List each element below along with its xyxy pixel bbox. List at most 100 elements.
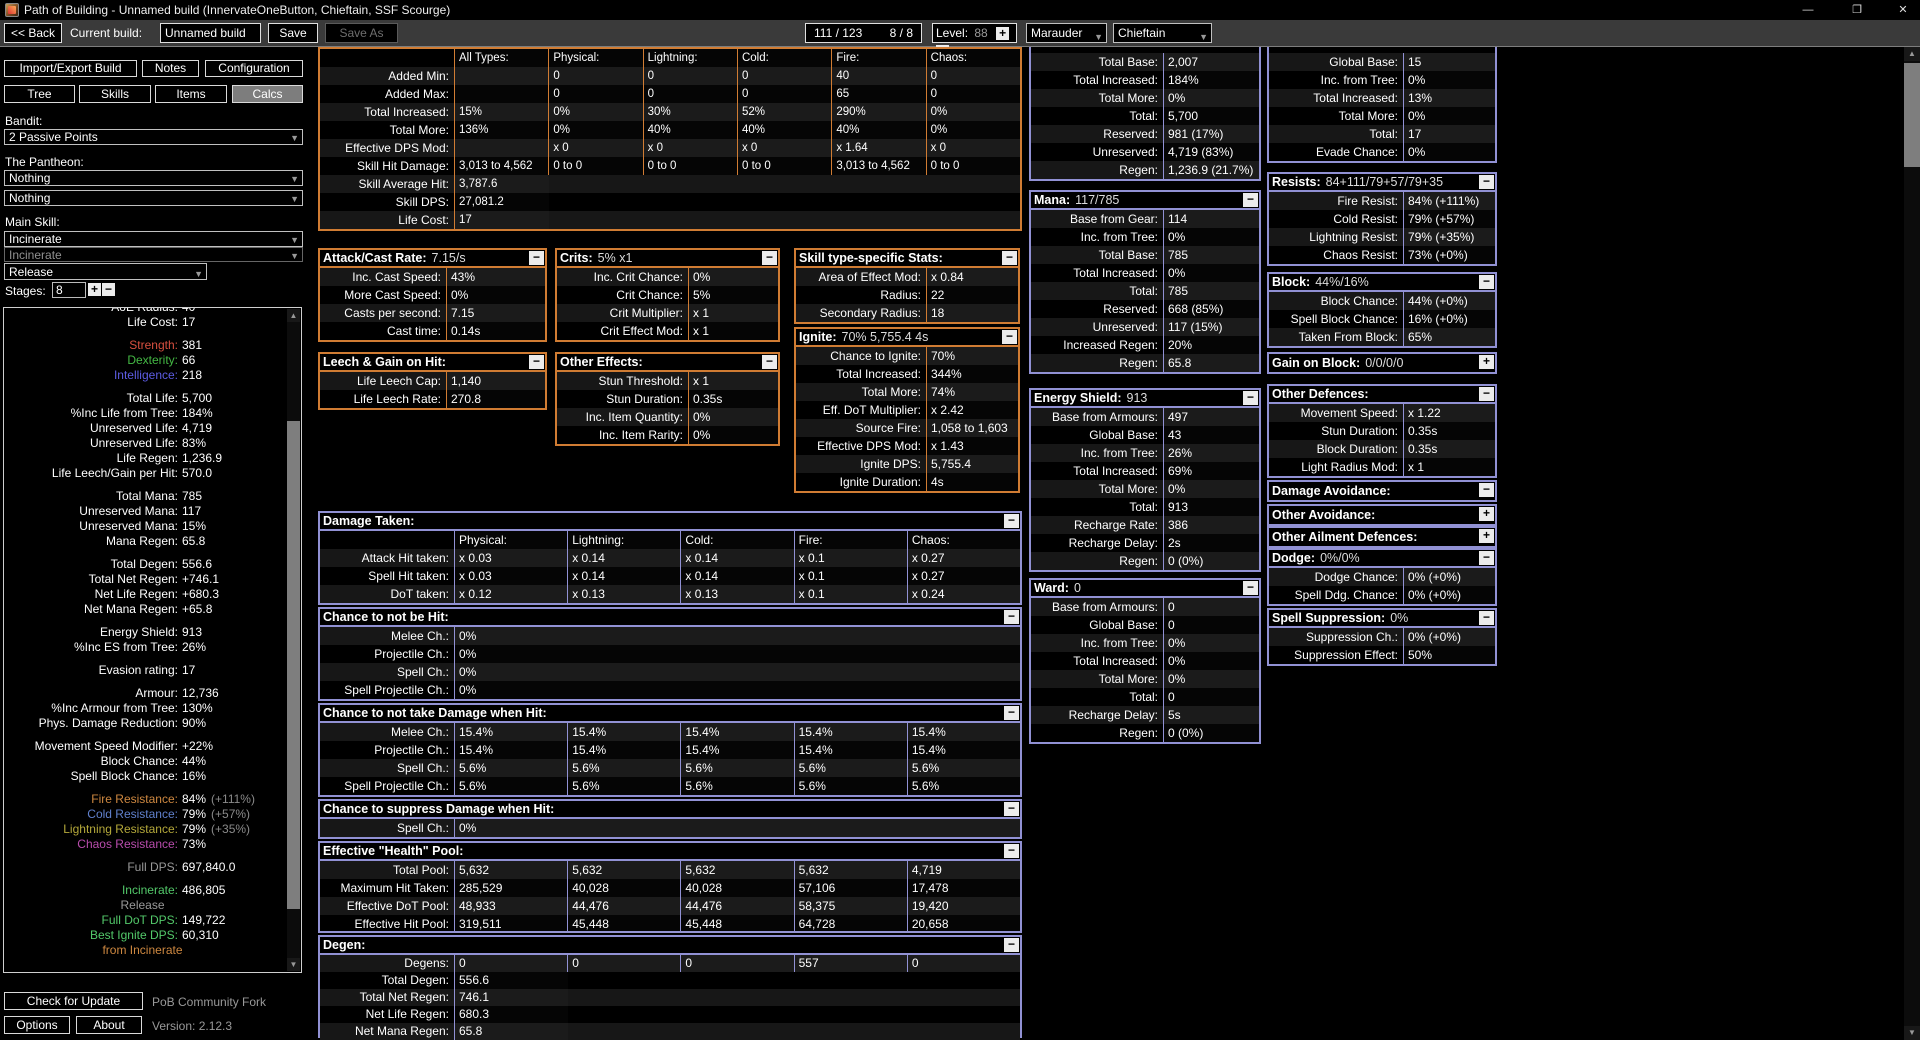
mana-panel: Mana:117/785− Base from Gear:114Inc. fro…	[1029, 190, 1261, 374]
bandit-dropdown[interactable]: 2 Passive Points▼	[4, 129, 303, 145]
main-skill-part-dropdown[interactable]: Incinerate▼	[4, 247, 303, 262]
stages-plus-icon[interactable]: +	[88, 283, 101, 296]
main-skill-label: Main Skill:	[5, 215, 60, 229]
toolbar: << Back Current build: Unnamed build Sav…	[0, 20, 1920, 47]
build-name-input[interactable]: Unnamed build	[160, 23, 261, 43]
calc-row: Inc. from Tree:26%	[1031, 444, 1259, 462]
table-row: Total Increased: 15% 0% 30% 52% 290% 0%	[320, 103, 1020, 121]
expand-icon[interactable]: +	[1479, 529, 1494, 543]
scrollbar-thumb[interactable]	[1904, 63, 1920, 167]
collapse-icon[interactable]: −	[1479, 175, 1494, 189]
collapse-icon[interactable]: −	[1479, 387, 1494, 401]
restore-icon[interactable]: ❐	[1842, 2, 1872, 18]
calc-row: Radius:22	[796, 286, 1018, 304]
expand-icon[interactable]: +	[1479, 355, 1494, 369]
table-row: Melee Ch.: 15.4%15.4%15.4%15.4%15.4%	[320, 723, 1020, 741]
class-dropdown[interactable]: Marauder▼	[1026, 23, 1107, 43]
back-button[interactable]: << Back	[4, 23, 62, 43]
collapse-icon[interactable]: −	[529, 355, 544, 369]
calc-row: Area of Effect Mod:x 0.84	[796, 268, 1018, 286]
save-button[interactable]: Save	[268, 23, 318, 43]
collapse-icon[interactable]: −	[1479, 551, 1494, 565]
collapse-icon[interactable]: −	[1004, 514, 1019, 528]
level-plus-icon[interactable]: +	[996, 27, 1009, 40]
collapse-icon[interactable]: −	[1243, 581, 1258, 595]
calc-row: Total Increased:69%	[1031, 462, 1259, 480]
collapse-icon[interactable]: −	[1479, 483, 1494, 497]
collapse-icon[interactable]: −	[1002, 330, 1017, 344]
calc-row: Total Increased:13%	[1269, 89, 1495, 107]
table-row: Effective DPS Mod: x 0 x 0 x 0 x 1.64 x …	[320, 139, 1020, 157]
calc-row: Increased Regen:20%	[1031, 336, 1259, 354]
level-value[interactable]: 88	[974, 26, 987, 40]
collapse-icon[interactable]: −	[1002, 251, 1017, 265]
ascendancy-dropdown[interactable]: Chieftain▼	[1113, 23, 1212, 43]
collapse-icon[interactable]: −	[1004, 706, 1019, 720]
collapse-icon[interactable]: −	[1004, 610, 1019, 624]
stat-row: from Incinerate	[8, 943, 286, 958]
calc-row: Block Chance:44% (+0%)	[1269, 292, 1495, 310]
stages-input[interactable]: 8	[52, 282, 86, 298]
stat-row: Total Life:5,700	[8, 391, 286, 406]
calc-row: Crit Multiplier:x 1	[557, 304, 778, 322]
stat-row: Unreserved Life:83%	[8, 436, 286, 451]
import-export-button[interactable]: Import/Export Build	[4, 60, 137, 77]
degen-panel: Degen:− Degens: 0005570 Total Degen: 556…	[318, 935, 1022, 1038]
collapse-icon[interactable]: −	[1004, 802, 1019, 816]
expand-icon[interactable]: +	[1479, 507, 1494, 521]
tab-calcs[interactable]: Calcs	[232, 85, 303, 103]
ehp-panel: Effective "Health" Pool:− Total Pool: 5,…	[318, 841, 1022, 933]
check-update-button[interactable]: Check for Update	[4, 992, 143, 1010]
scroll-up-icon[interactable]: ▲	[1904, 47, 1920, 61]
calc-row: Dodge Chance:0% (+0%)	[1269, 568, 1495, 586]
tab-tree[interactable]: Tree	[4, 85, 75, 103]
pantheon-minor-dropdown[interactable]: Nothing▼	[4, 190, 303, 206]
calc-row: Regen:0 (0%)	[1031, 552, 1259, 570]
skill-stage-dropdown[interactable]: Release▼	[4, 263, 207, 280]
collapse-icon[interactable]: −	[529, 251, 544, 265]
main-scrollbar[interactable]: ▲ ▼	[1904, 47, 1920, 1040]
collapse-icon[interactable]: −	[1479, 611, 1494, 625]
collapse-icon[interactable]: −	[1243, 391, 1258, 405]
stages-label: Stages:	[5, 284, 46, 298]
table-header: Physical: Lightning: Cold: Fire: Chaos:	[320, 531, 1020, 549]
pantheon-major-dropdown[interactable]: Nothing▼	[4, 170, 303, 186]
other-defences-panel: Other Defences:− Movement Speed:x 1.22St…	[1267, 384, 1497, 478]
calc-row: Total Increased:344%	[796, 365, 1018, 383]
table-row: Skill DPS: 27,081.2	[320, 193, 1020, 211]
tab-items[interactable]: Items	[155, 85, 227, 103]
calc-row: Life Leech Rate:270.8	[320, 390, 545, 408]
stat-row: Strength:381	[8, 338, 286, 353]
scroll-up-icon[interactable]: ▲	[287, 309, 300, 322]
minimize-icon[interactable]: —	[1793, 2, 1823, 18]
notes-button[interactable]: Notes	[142, 60, 199, 77]
collapse-icon[interactable]: −	[1004, 844, 1019, 858]
collapse-icon[interactable]: −	[1479, 275, 1494, 289]
close-icon[interactable]: ✕	[1888, 2, 1918, 18]
tab-skills[interactable]: Skills	[79, 85, 151, 103]
scroll-down-icon[interactable]: ▼	[1904, 1026, 1920, 1040]
table-row: Effective Hit Pool: 319,51145,44845,4486…	[320, 915, 1020, 933]
collapse-icon[interactable]: −	[1243, 193, 1258, 207]
calc-row: More Cast Speed:0%	[320, 286, 545, 304]
configuration-button[interactable]: Configuration	[205, 60, 303, 77]
app-window: Path of Building - Unnamed build (Innerv…	[0, 0, 1920, 1040]
stat-scrollbar[interactable]: ▲ ▼	[287, 309, 300, 971]
collapse-icon[interactable]: −	[1004, 938, 1019, 952]
calc-row: Reserved:668 (85%)	[1031, 300, 1259, 318]
calc-row: Secondary Radius:18	[796, 304, 1018, 322]
options-button[interactable]: Options	[4, 1016, 70, 1034]
stat-row: Block Chance:44%	[8, 754, 286, 769]
calc-row: Inc. from Tree:0%	[1031, 228, 1259, 246]
calc-row: Lightning Resist:79% (+35%)	[1269, 228, 1495, 246]
main-skill-dropdown[interactable]: Incinerate▼	[4, 231, 303, 247]
about-button[interactable]: About	[76, 1016, 142, 1034]
scroll-down-icon[interactable]: ▼	[287, 958, 300, 971]
collapse-icon[interactable]: −	[762, 251, 777, 265]
stages-minus-icon[interactable]: −	[102, 283, 115, 296]
scrollbar-thumb[interactable]	[287, 421, 300, 909]
calc-row: Suppression Effect:50%	[1269, 646, 1495, 664]
other-ailment-panel: Other Ailment Defences:+	[1267, 526, 1497, 548]
collapse-icon[interactable]: −	[762, 355, 777, 369]
attack-cast-panel: Attack/Cast Rate:7.15/s− Inc. Cast Speed…	[318, 248, 547, 342]
